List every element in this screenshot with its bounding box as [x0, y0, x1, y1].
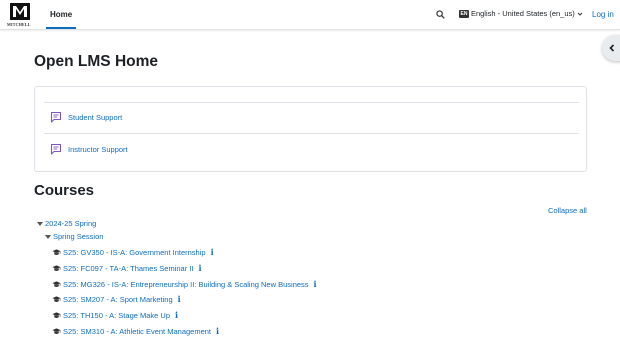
course-item: S25: MG326 - IS-A: Entrepreneurship II: … [52, 279, 317, 289]
info-icon[interactable]: i [175, 310, 178, 320]
category-node[interactable]: 2024-25 Spring [37, 219, 96, 228]
course-link[interactable]: S25: SM310 - A: Athletic Event Managemen… [63, 327, 211, 336]
course-link[interactable]: S25: MG326 - IS-A: Entrepreneurship II: … [63, 280, 309, 289]
course-item: S25: FC097 - TA-A: Thames Seminar II i [52, 263, 202, 273]
course-link[interactable]: S25: SM207 - A: Sport Marketing [63, 295, 173, 304]
support-item-student[interactable]: Student Support [50, 111, 122, 123]
collapse-all-link[interactable]: Collapse all [548, 206, 587, 215]
course-item: S25: SM310 - A: Athletic Event Managemen… [52, 326, 219, 336]
login-link[interactable]: Log in [592, 10, 614, 19]
category-label: 2024-25 Spring [45, 219, 97, 228]
info-icon[interactable]: i [211, 247, 214, 257]
info-icon[interactable]: i [198, 263, 201, 273]
course-link[interactable]: S25: FC097 - TA-A: Thames Seminar II [63, 264, 193, 273]
drawer-toggle-button[interactable] [602, 35, 620, 61]
nav-home-link[interactable]: Home [46, 0, 77, 29]
support-item-label: Student Support [68, 112, 123, 122]
chat-icon [50, 111, 62, 123]
info-icon[interactable]: i [178, 294, 181, 304]
course-icon [52, 327, 61, 334]
divider [44, 133, 579, 134]
support-item-instructor[interactable]: Instructor Support [50, 143, 128, 155]
course-link[interactable]: S25: GV350 - IS-A: Government Internship [63, 248, 206, 257]
info-icon[interactable]: i [216, 326, 219, 336]
chat-icon [50, 143, 62, 155]
subcategory-label: Spring Session [53, 232, 104, 241]
subcategory-node[interactable]: Spring Session [45, 232, 103, 241]
support-item-label: Instructor Support [68, 144, 128, 154]
course-item: S25: TH150 - A: Stage Make Up i [52, 310, 178, 320]
course-item: S25: GV350 - IS-A: Government Internship… [52, 247, 214, 257]
course-icon [52, 311, 61, 318]
caret-down-icon [37, 221, 43, 226]
language-label: English - United States (en_us) [470, 9, 575, 18]
course-icon [52, 264, 61, 271]
language-menu[interactable]: EN English - United States (en_us) [459, 9, 583, 18]
chevron-left-icon [609, 44, 615, 52]
support-block: Student Support Instructor Support [34, 86, 587, 172]
course-link[interactable]: S25: TH150 - A: Stage Make Up [63, 311, 170, 320]
course-icon [52, 248, 61, 255]
course-icon [52, 295, 61, 302]
logo-text: MITCHELL [7, 22, 31, 27]
language-icon: EN [459, 9, 469, 18]
courses-heading: Courses [34, 182, 95, 199]
top-navbar: MITCHELL Home EN English - United States… [0, 0, 620, 30]
divider [44, 102, 579, 103]
search-icon[interactable] [436, 10, 445, 19]
chevron-down-icon [577, 12, 583, 16]
caret-down-icon [45, 234, 51, 239]
course-item: S25: SM207 - A: Sport Marketing i [52, 294, 181, 304]
course-icon [52, 280, 61, 287]
info-icon[interactable]: i [314, 279, 317, 289]
page-title: Open LMS Home [34, 53, 159, 70]
